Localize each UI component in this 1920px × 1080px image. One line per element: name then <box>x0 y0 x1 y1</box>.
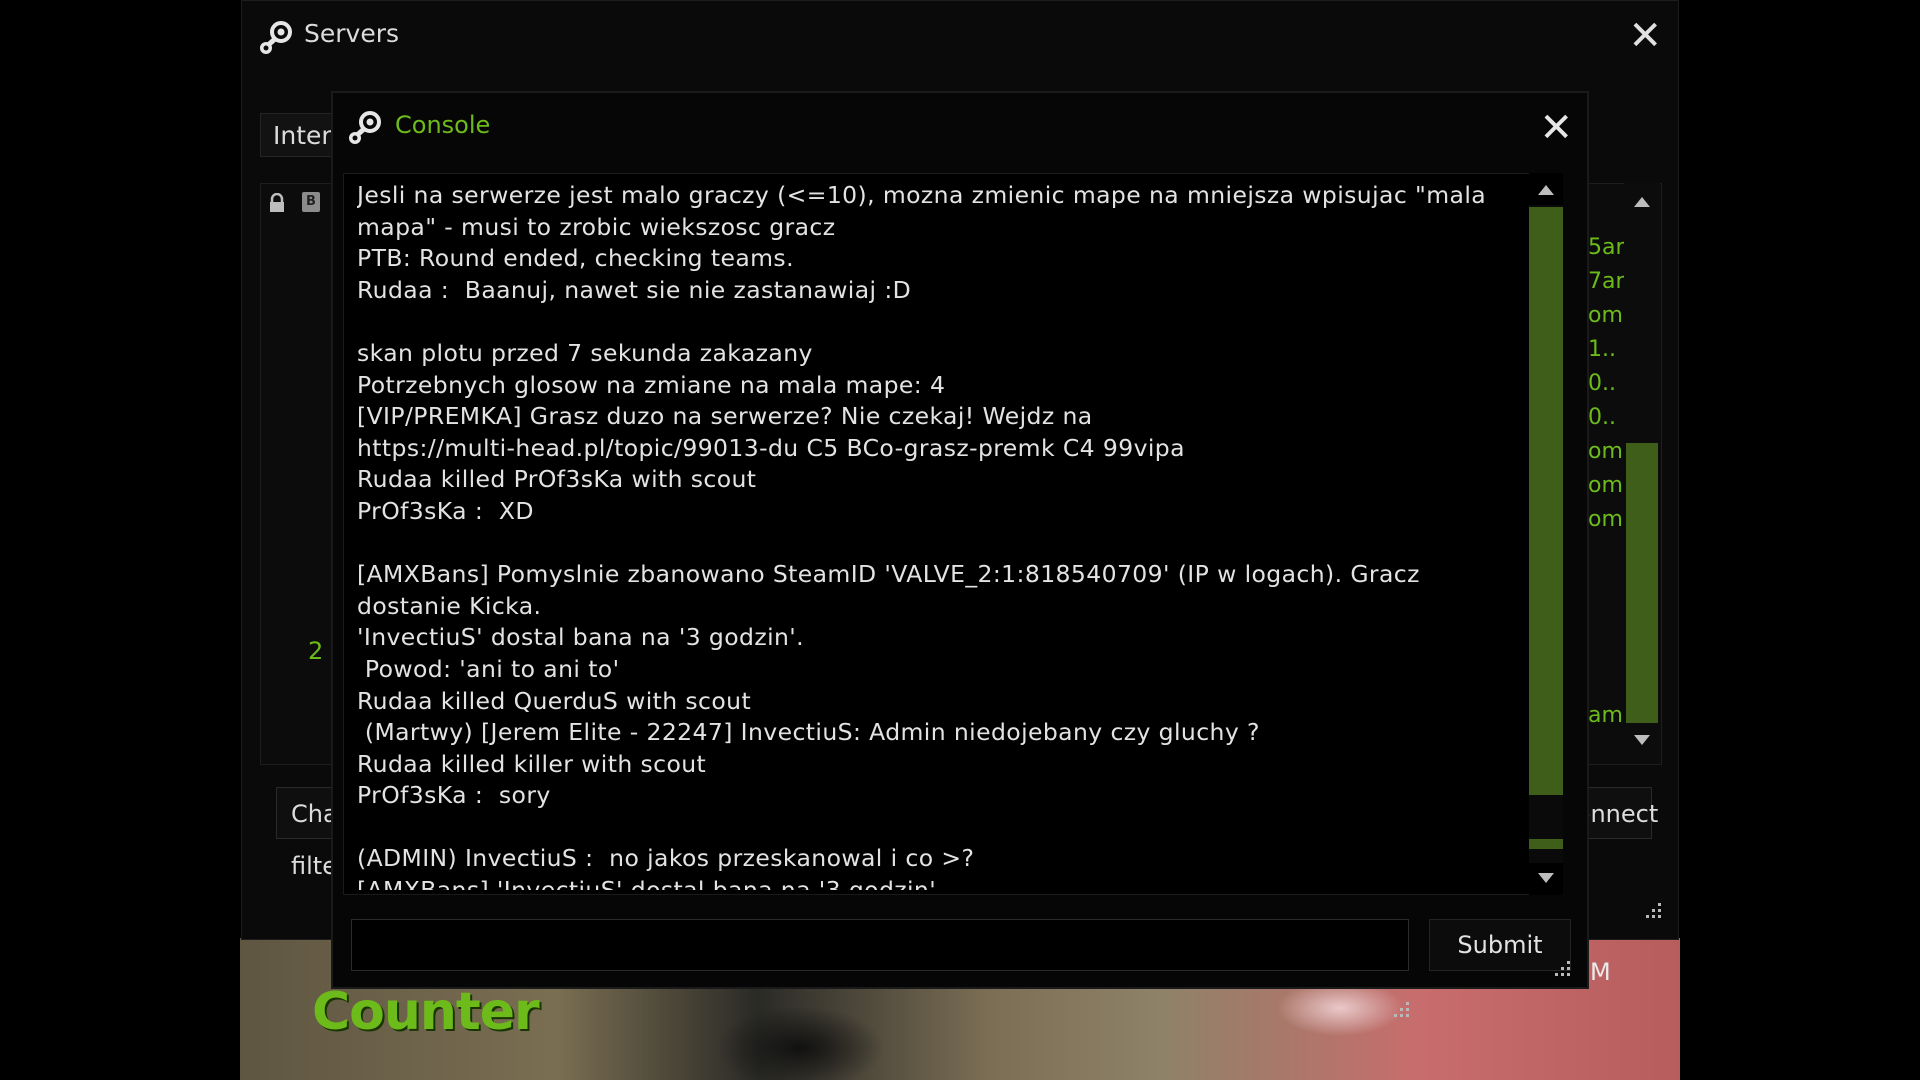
console-close-button[interactable]: ✕ <box>1539 103 1573 153</box>
console-command-input[interactable] <box>351 919 1409 971</box>
servers-window-title: Servers <box>304 19 400 48</box>
steam-icon <box>349 111 381 144</box>
bots-column-icon: B <box>302 192 320 212</box>
scroll-down-arrow-icon[interactable] <box>1634 735 1650 745</box>
servers-scrollbar[interactable] <box>1624 183 1660 763</box>
console-log-text: Jesli na serwerze jest malo graczy (<=10… <box>357 181 1487 890</box>
resize-grip-icon <box>1390 1000 1412 1022</box>
scroll-up-arrow-icon[interactable] <box>1634 197 1650 207</box>
console-scrollbar-thumb-end <box>1529 839 1563 849</box>
console-output[interactable]: Jesli na serwerze jest malo graczy (<=10… <box>343 173 1563 895</box>
submit-button[interactable]: Submit <box>1429 919 1571 971</box>
list-item: am <box>1588 703 1623 728</box>
servers-scrollbar-thumb[interactable] <box>1626 443 1658 723</box>
background-text-fragment: M <box>1590 958 1611 986</box>
server-row-number: 2 <box>308 637 324 665</box>
servers-close-button[interactable]: ✕ <box>1628 11 1662 61</box>
scroll-up-arrow-icon[interactable] <box>1538 185 1554 195</box>
resize-grip-icon[interactable] <box>1551 959 1573 981</box>
console-scrollbar-thumb[interactable] <box>1529 207 1563 795</box>
scroll-down-arrow-icon[interactable] <box>1538 873 1554 883</box>
console-window-title: Console <box>395 111 491 139</box>
resize-grip-icon[interactable] <box>1642 901 1664 923</box>
counter-strike-logo: Counter <box>312 982 540 1042</box>
console-scrollbar[interactable] <box>1529 173 1563 895</box>
steam-icon <box>260 21 292 54</box>
lock-icon <box>270 193 284 212</box>
screen: Counter Servers ✕ Internet B 2 5ar 7ar o… <box>0 0 1920 1080</box>
console-window: Console ✕ Jesli na serwerze jest malo gr… <box>331 91 1589 989</box>
